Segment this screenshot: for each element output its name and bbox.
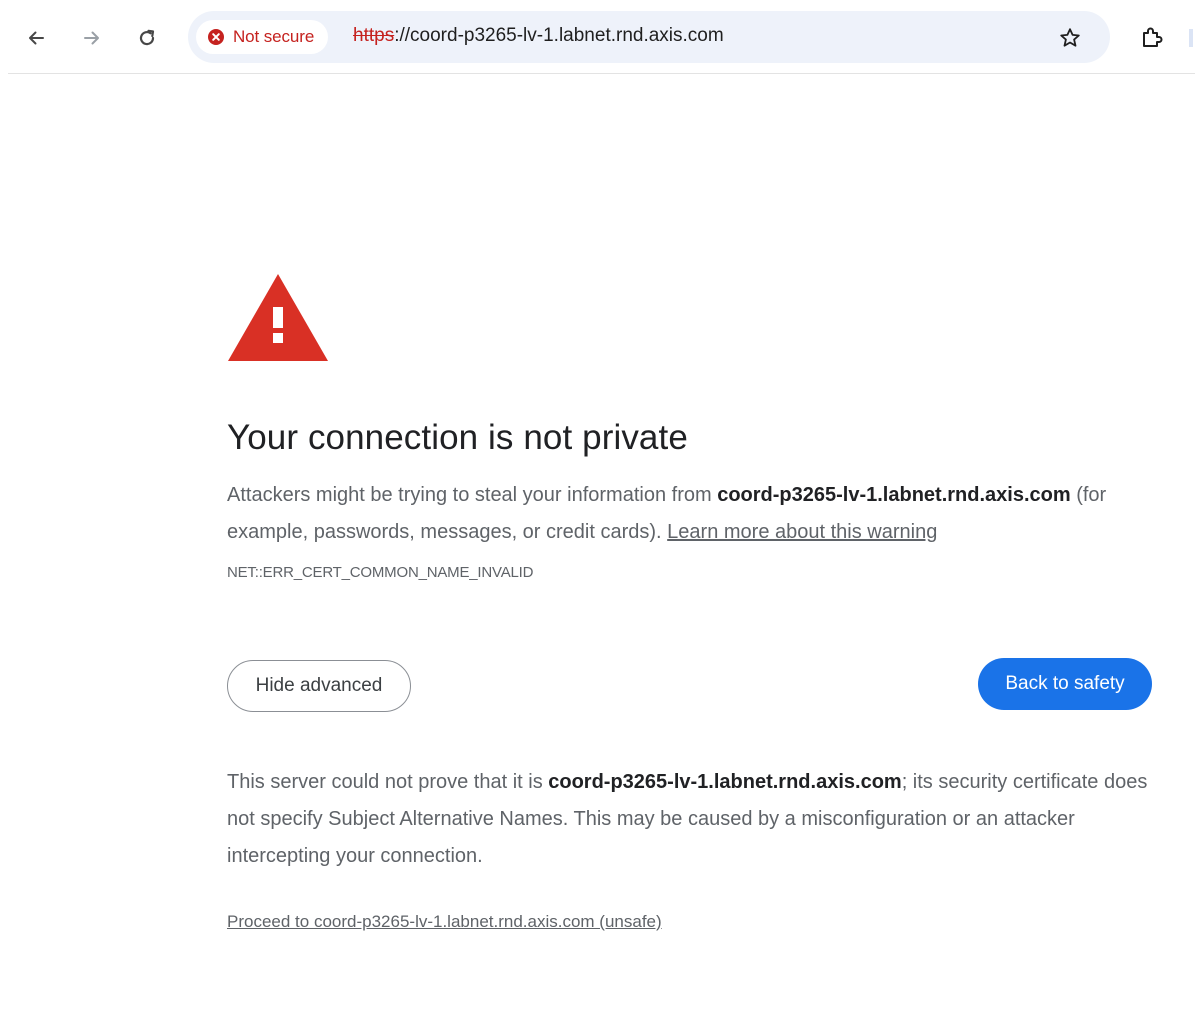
not-secure-icon [208,29,224,45]
url-host: ://coord-p3265-lv-1.labnet.rnd.axis.com [394,25,724,46]
url-text[interactable]: https://coord-p3265-lv-1.labnet.rnd.axis… [353,25,724,47]
explanation-prefix: Attackers might be trying to steal your … [227,484,718,506]
back-to-safety-button[interactable]: Back to safety [978,658,1152,710]
toolbar-edge-mark [1189,29,1193,47]
forward-arrow-icon [84,31,99,45]
bookmark-button[interactable] [1056,24,1084,52]
browser-toolbar: Not secure https://coord-p3265-lv-1.labn… [0,0,1195,74]
page-title: Your connection is not private [227,418,688,457]
security-chip-label: Not secure [233,27,315,46]
advanced-details: This server could not prove that it is c… [227,764,1152,875]
error-code: NET::ERR_CERT_COMMON_NAME_INVALID [227,564,534,581]
explanation-host: coord-p3265-lv-1.labnet.rnd.axis.com [717,484,1071,506]
warning-explanation: Attackers might be trying to steal your … [227,477,1152,551]
back-arrow-icon [29,31,44,45]
warning-triangle-icon [228,274,328,361]
toolbar-divider [8,73,1195,74]
details-prefix: This server could not prove that it is [227,771,549,793]
puzzle-icon [1143,27,1163,47]
star-icon [1060,28,1080,47]
details-host: coord-p3265-lv-1.labnet.rnd.axis.com [548,771,902,793]
address-bar[interactable]: Not secure https://coord-p3265-lv-1.labn… [188,11,1110,63]
learn-more-link[interactable]: Learn more about this warning [667,521,937,543]
forward-button[interactable] [76,22,108,54]
reload-button[interactable] [131,22,163,54]
security-chip[interactable]: Not secure [196,20,329,54]
extensions-button[interactable] [1136,22,1168,54]
url-scheme: https [353,25,395,46]
reload-icon [139,29,155,46]
back-button[interactable] [20,22,52,54]
interstitial-content: Your connection is not private Attackers… [227,272,1152,932]
hide-advanced-button[interactable]: Hide advanced [227,660,411,712]
proceed-unsafe-link[interactable]: Proceed to coord-p3265-lv-1.labnet.rnd.a… [227,912,662,932]
button-row: Hide advanced Back to safety [227,658,1152,714]
